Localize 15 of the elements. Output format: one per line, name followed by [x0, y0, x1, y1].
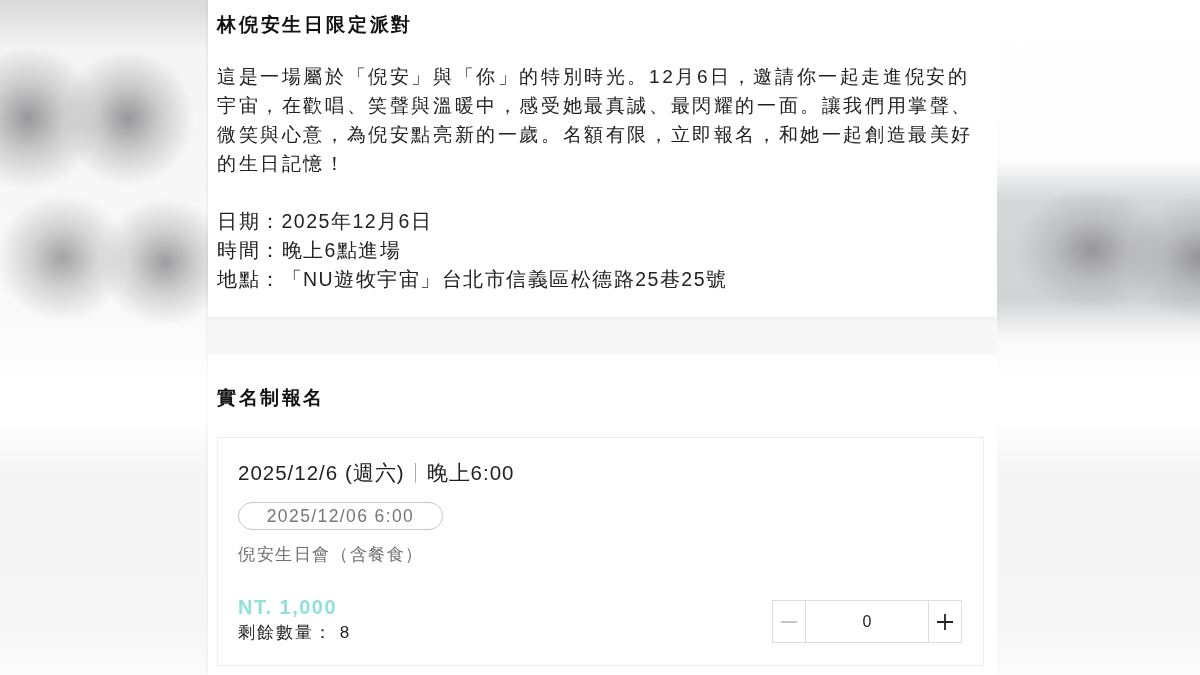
- minus-icon: [781, 620, 797, 623]
- event-detail: 日期：2025年12月6日: [217, 209, 434, 234]
- remaining-quantity: 剩餘數量： 8: [238, 622, 352, 644]
- increase-button[interactable]: [928, 600, 962, 643]
- registration-heading: 實名制報名: [217, 386, 326, 410]
- ticket-name: 倪安生日會（含餐食）: [238, 544, 424, 566]
- plus-icon: [937, 613, 953, 630]
- quantity-field[interactable]: 0: [806, 600, 928, 643]
- event-title: 林倪安生日限定派對: [217, 13, 415, 37]
- event-description: 這是一場屬於「倪安」與「你」的特別時光。12月6日，邀請你一起走進倪安的宇宙，在歡唱、笑聲與溫暖中，感受她最真誠、最閃耀的一面。讓我們用掌聲、微笑與心意，為倪安點亮新的一歲。名額有限，立即報名，和她一起創造最美好的生日記憶！: [217, 65, 974, 176]
- ticket-price: NT. 1,000: [238, 595, 338, 620]
- event-detail: 地點：「NU遊牧宇宙」台北市信義區松德路25巷25號: [217, 267, 729, 292]
- session-date: 2025/12/6 (週六): [238, 460, 405, 486]
- session-time: 晚上6:00: [426, 460, 515, 486]
- event-detail: 時間：晚上6點進場: [217, 238, 403, 263]
